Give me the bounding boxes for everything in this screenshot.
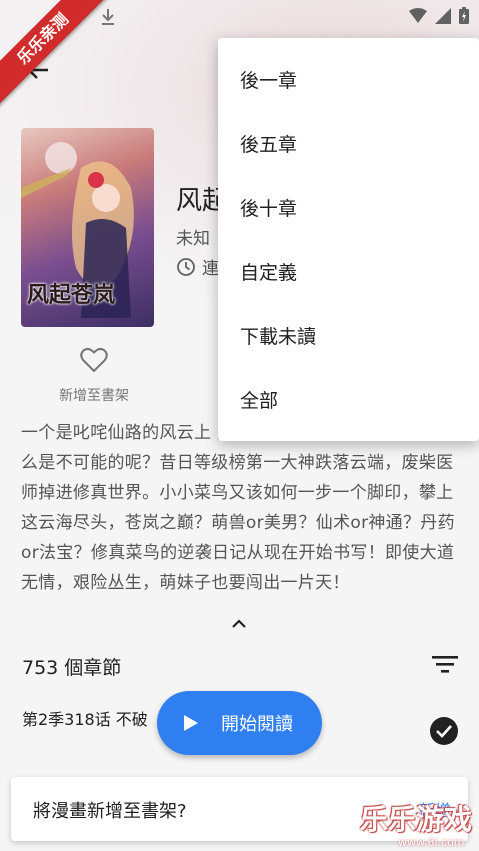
- publication-status: 連: [176, 254, 219, 279]
- menu-item-all[interactable]: 全部: [218, 367, 479, 431]
- menu-item-next-one[interactable]: 後一章: [218, 47, 479, 111]
- play-icon: [184, 715, 198, 731]
- check-circle-icon[interactable]: [429, 716, 459, 746]
- snackbar-message: 將漫畫新增至書架?: [33, 801, 187, 822]
- menu-item-custom[interactable]: 自定義: [218, 239, 479, 303]
- start-reading-button[interactable]: 開始閱讀: [157, 691, 322, 755]
- watermark-text: 乐乐游戏: [360, 803, 473, 836]
- chevron-up-icon[interactable]: [229, 614, 249, 634]
- add-to-library-label[interactable]: 新增至書架: [0, 385, 188, 405]
- cover-title: 风起苍岚: [27, 282, 116, 308]
- heart-outline-icon[interactable]: [80, 347, 108, 373]
- watermark-logo: 乐乐游戏 www.6l.com: [360, 798, 479, 851]
- clock-icon: [177, 257, 195, 276]
- status-label: 連: [202, 259, 219, 279]
- manga-author: 未知: [176, 229, 210, 249]
- watermark-url: www.6l.com: [398, 836, 465, 849]
- filter-icon[interactable]: [432, 654, 458, 674]
- chapter-row-title[interactable]: 第2季318话 不破: [22, 706, 148, 730]
- menu-item-unread[interactable]: 下載未讀: [218, 303, 479, 367]
- download-dropdown-menu: 後一章 後五章 後十章 自定義 下載未讀 全部: [218, 38, 479, 441]
- manga-cover[interactable]: 风起苍岚: [21, 128, 154, 327]
- wifi-icon: [409, 7, 427, 23]
- ribbon-label: 乐乐亲测: [0, 0, 110, 110]
- chapter-count: 753 個章節: [22, 657, 122, 679]
- battery-icon: [459, 7, 469, 24]
- corner-ribbon: 乐乐亲测: [0, 0, 110, 110]
- manga-description: 一个是叱咤仙路的风云上 菜鸟，当网游遭遇修真，还有什么是不可能的呢？昔日等级榜第…: [21, 423, 459, 593]
- signal-icon: [435, 7, 451, 24]
- start-reading-label: 開始閱讀: [221, 714, 293, 735]
- menu-item-next-ten[interactable]: 後十章: [218, 175, 479, 239]
- menu-item-next-five[interactable]: 後五章: [218, 111, 479, 175]
